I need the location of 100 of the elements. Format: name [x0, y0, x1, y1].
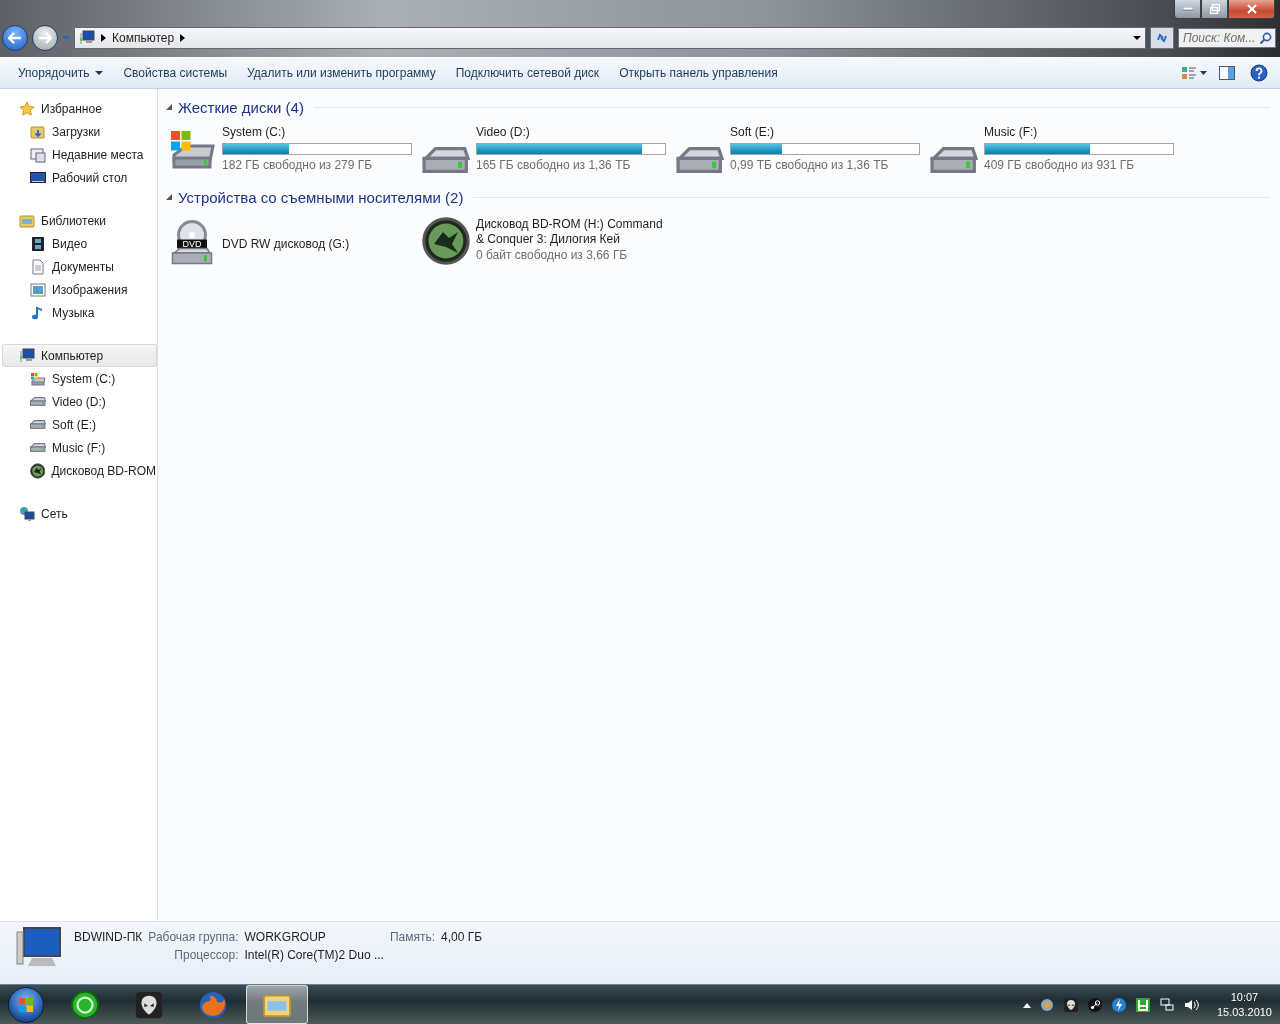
- toolbar-button[interactable]: Свойства системы: [113, 60, 238, 86]
- sidebar-item[interactable]: Сеть: [0, 502, 157, 525]
- drive-icon: [930, 147, 978, 173]
- chevron-icon[interactable]: [101, 34, 106, 42]
- sidebar-item[interactable]: Видео: [0, 232, 157, 255]
- sidebar-item[interactable]: Избранное: [0, 97, 157, 120]
- drive-tile[interactable]: System (C:) 182 ГБ свободно из 279 ГБ: [168, 121, 422, 181]
- start-button[interactable]: [8, 986, 44, 1023]
- sidebar-item[interactable]: Дисковод BD-ROM: [0, 459, 157, 482]
- alien-head-icon: [1062, 996, 1079, 1013]
- clock-time[interactable]: 10:07: [1230, 989, 1259, 1005]
- desktop-icon: [30, 169, 46, 186]
- drive-icon: [30, 420, 46, 429]
- collapse-triangle-icon[interactable]: [166, 194, 172, 200]
- sidebar-item[interactable]: Music (F:): [0, 436, 157, 459]
- group-heading[interactable]: Устройства со съемными носителями (2): [178, 188, 464, 206]
- drive-tile[interactable]: Дисковод BD-ROM (H:) Command & Conquer 3: Дилогия Кей 0 байт свободно из 3,66 ГБ: [422, 211, 676, 271]
- minimize-button[interactable]: [1174, 0, 1201, 19]
- dropdown-arrow-icon[interactable]: [1133, 35, 1141, 41]
- recent-places-icon: [30, 146, 46, 163]
- toolbar-button[interactable]: Упорядочить: [8, 60, 114, 86]
- back-button[interactable]: [2, 25, 28, 51]
- sidebar-item[interactable]: Загрузки: [0, 120, 157, 143]
- free-space-text: 165 ГБ свободно из 1,36 ТБ: [476, 158, 632, 173]
- field-label: Память:: [389, 930, 435, 944]
- forward-button[interactable]: [32, 25, 58, 51]
- torrent-icon: [1134, 996, 1151, 1013]
- search-field[interactable]: Поиск: Ком...: [1178, 28, 1276, 48]
- drive-tile[interactable]: Music (F:) 409 ГБ свободно из 931 ГБ: [930, 121, 1184, 181]
- free-space-text: 0,99 ТБ свободно из 1,36 ТБ: [730, 158, 890, 173]
- film-icon: [30, 235, 46, 252]
- clock-date[interactable]: 15.03.2010: [1216, 1004, 1272, 1020]
- system-drive-icon: [30, 370, 46, 387]
- drive-icon: [422, 147, 470, 173]
- drive-name: Дисковод BD-ROM (H:) Command & Conquer 3: Дилогия Кей: [476, 217, 664, 247]
- drive-name: Soft (E:): [730, 125, 775, 140]
- drive-name: DVD RW дисковод (G:): [222, 236, 351, 252]
- ring-icon: [70, 989, 100, 1020]
- picture-icon: [30, 281, 46, 298]
- network-icon: [19, 505, 35, 522]
- refresh-icon: [1155, 31, 1169, 45]
- free-space-text: 0 байт свободно из 3,66 ГБ: [476, 248, 629, 263]
- drive-tile[interactable]: DVD DVD RW дисковод (G:): [168, 211, 422, 271]
- field-value: Intel(R) Core(TM)2 Duo ...: [244, 948, 385, 962]
- disc-icon: [422, 217, 470, 265]
- sidebar-item[interactable]: Рабочий стол: [0, 166, 157, 189]
- field-value: 4,00 ГБ: [441, 930, 483, 944]
- collapse-triangle-icon[interactable]: [166, 104, 172, 110]
- computer-icon: [79, 30, 95, 46]
- library-folder-icon: [19, 212, 35, 229]
- show-hidden-icons-icon[interactable]: [1022, 1001, 1031, 1008]
- sidebar-item[interactable]: Документы: [0, 255, 157, 278]
- sidebar-item[interactable]: Библиотеки: [0, 209, 157, 232]
- sidebar-item[interactable]: Изображения: [0, 278, 157, 301]
- disc-icon: [30, 462, 46, 479]
- alien-head-icon: [134, 989, 164, 1020]
- drive-tile[interactable]: Video (D:) 165 ГБ свободно из 1,36 ТБ: [422, 121, 676, 181]
- refresh-button[interactable]: [1150, 27, 1174, 49]
- toolbar-button[interactable]: Подключить сетевой диск: [445, 60, 610, 86]
- field-label: Процессор:: [173, 948, 239, 962]
- lightning-bolt-icon: [1110, 996, 1127, 1013]
- network-status-icon: [1158, 996, 1175, 1013]
- search-icon[interactable]: [1259, 32, 1272, 45]
- sidebar-item[interactable]: Video (D:): [0, 390, 157, 413]
- drive-name: Music (F:): [984, 125, 1039, 140]
- free-space-text: 409 ГБ свободно из 931 ГБ: [984, 158, 1136, 173]
- computer-icon: [19, 347, 35, 364]
- breadcrumb-item[interactable]: Компьютер: [112, 31, 175, 45]
- close-button[interactable]: [1228, 0, 1275, 19]
- drive-icon: [30, 397, 46, 406]
- fox-globe-icon: [198, 989, 228, 1020]
- restore-icon: [1209, 4, 1220, 14]
- document-icon: [30, 258, 46, 275]
- address-bar[interactable]: Компьютер: [74, 27, 1146, 49]
- pane-icon: [1219, 66, 1235, 80]
- sidebar-item[interactable]: Компьютер: [2, 344, 157, 367]
- computer-icon: [16, 926, 62, 968]
- drive-tile[interactable]: Soft (E:) 0,99 ТБ свободно из 1,36 ТБ: [676, 121, 930, 181]
- restore-button[interactable]: [1201, 0, 1228, 19]
- folder-icon: [30, 123, 46, 140]
- view-list-icon: [1182, 66, 1208, 80]
- field-value: WORKGROUP: [244, 930, 326, 944]
- toolbar-button[interactable]: Удалить или изменить программу: [237, 60, 446, 86]
- sidebar-item[interactable]: Музыка: [0, 301, 157, 324]
- close-icon: [1245, 4, 1258, 14]
- forward-arrow-icon: [38, 32, 52, 44]
- back-arrow-icon: [8, 32, 22, 44]
- sidebar-item[interactable]: Недавние места: [0, 143, 157, 166]
- tray-app-icon: [1038, 996, 1055, 1013]
- chevron-icon[interactable]: [180, 34, 186, 42]
- sidebar-item[interactable]: System (C:): [0, 367, 157, 390]
- drive-icon: [30, 443, 46, 452]
- drive-name: System (C:): [222, 125, 287, 140]
- star-icon: [19, 100, 35, 117]
- sidebar-item[interactable]: Soft (E:): [0, 413, 157, 436]
- group-heading[interactable]: Жесткие диски (4): [178, 98, 304, 116]
- computer-name: BDWIND-ПК: [74, 930, 143, 944]
- toolbar-button[interactable]: Открыть панель управления: [609, 60, 788, 86]
- drive-name: Video (D:): [476, 125, 531, 140]
- caret-icon: [95, 70, 104, 76]
